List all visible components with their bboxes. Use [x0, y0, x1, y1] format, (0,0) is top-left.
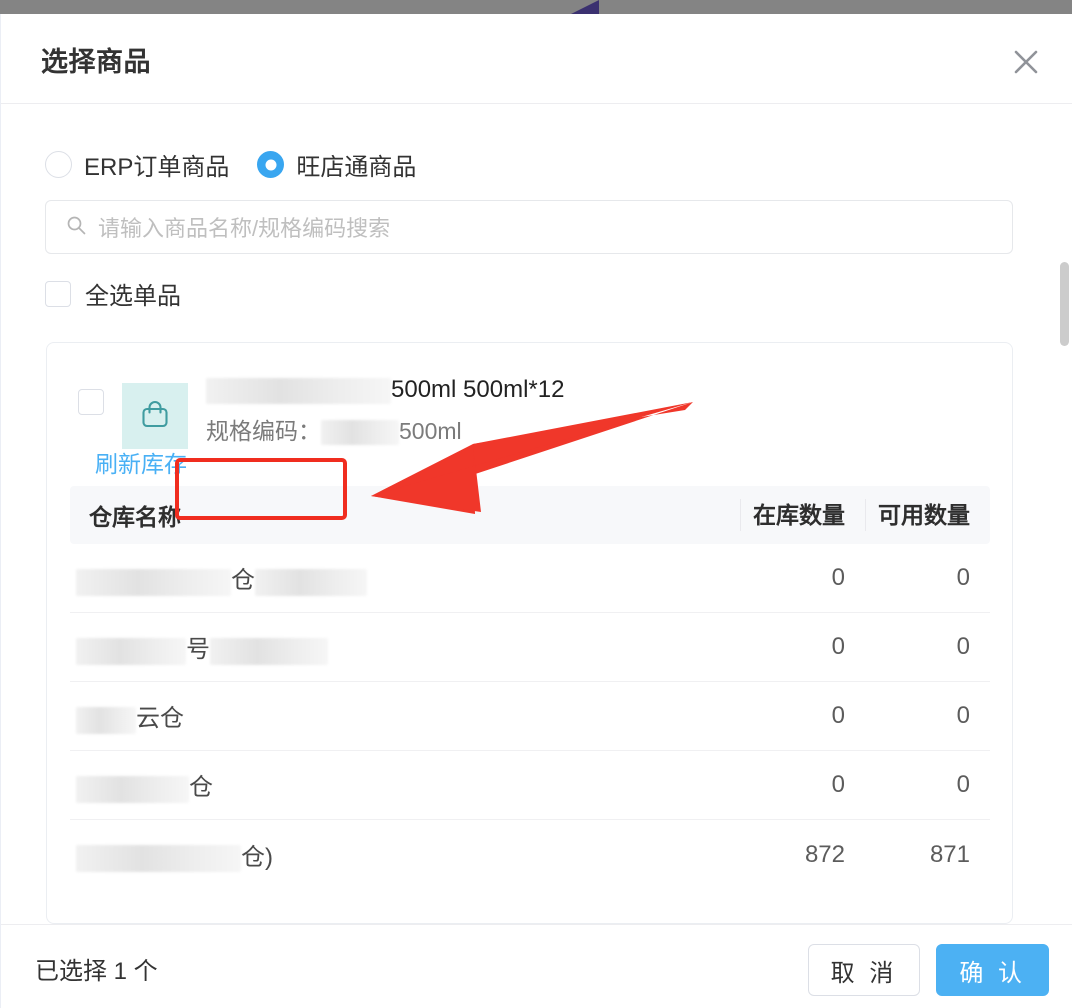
- cell-available: 871: [929, 840, 970, 868]
- redacted-warehouse-name: [76, 706, 136, 734]
- page-title: 选择商品: [41, 47, 151, 77]
- spec-code-suffix: 500ml: [399, 418, 462, 444]
- redacted-product-name-part: [206, 377, 391, 404]
- cell-available: 0: [956, 633, 970, 660]
- warehouse-name-fragment: 号: [186, 636, 210, 664]
- table-row[interactable]: 云仓 0 0: [70, 682, 990, 751]
- select-all-label: 全选单品: [85, 283, 181, 310]
- warehouse-name-fragment: 仓): [241, 843, 273, 871]
- confirm-button[interactable]: 确 认: [936, 944, 1049, 996]
- select-product-dialog: 选择商品 ERP订单商品 旺店通商品 请输入商品名称/规格编码搜索 全选单品 5…: [0, 14, 1072, 1008]
- cell-in-stock: 0: [831, 633, 845, 660]
- dialog-body: ERP订单商品 旺店通商品 请输入商品名称/规格编码搜索 全选单品 500ml …: [1, 104, 1072, 924]
- product-spec-code: 规格编码： 500ml: [206, 414, 806, 448]
- cell-warehouse-name: 云仓: [70, 698, 740, 734]
- product-text-block: 500ml 500ml*12 规格编码： 500ml: [206, 373, 806, 448]
- dialog-scrollbar-thumb[interactable]: [1060, 262, 1069, 346]
- close-icon[interactable]: [1004, 40, 1048, 84]
- redacted-warehouse-name: [76, 568, 231, 596]
- redacted-warehouse-name-tail: [210, 637, 328, 665]
- warehouse-table-header: 仓库名称 在库数量 可用数量: [70, 486, 990, 544]
- cell-warehouse-name: 号: [70, 629, 740, 665]
- radio-erp-order-product[interactable]: ERP订单商品: [45, 147, 229, 182]
- product-name-suffix: 500ml 500ml*12: [391, 376, 565, 403]
- cell-available: 0: [956, 702, 970, 729]
- cell-in-stock: 0: [831, 771, 845, 798]
- refresh-inventory-link[interactable]: 刷新库存: [95, 445, 187, 479]
- redacted-warehouse-name: [76, 845, 241, 873]
- spec-code-label: 规格编码：: [206, 418, 321, 444]
- cell-in-stock: 0: [831, 702, 845, 729]
- dialog-header: 选择商品: [1, 14, 1072, 104]
- top-strip-accent-shape: [571, 0, 599, 14]
- cell-in-stock: 872: [804, 840, 845, 868]
- product-header: 500ml 500ml*12 规格编码： 500ml 刷新库存: [47, 343, 1012, 483]
- table-row[interactable]: 仓) 872 871: [70, 820, 990, 889]
- cell-available: 0: [956, 564, 970, 591]
- shopping-bag-icon: [138, 397, 172, 436]
- table-row[interactable]: 仓 0 0: [70, 544, 990, 613]
- dialog-footer: 已选择 1 个 取 消 确 认: [1, 924, 1072, 1008]
- cell-warehouse-name: 仓: [70, 560, 740, 596]
- footer-button-group: 取 消 确 认: [807, 944, 1049, 996]
- cell-warehouse-name: 仓: [70, 767, 740, 803]
- product-card: 500ml 500ml*12 规格编码： 500ml 刷新库存 仓库名称 在库数量…: [46, 342, 1013, 924]
- radio-label-wdt: 旺店通商品: [296, 154, 417, 181]
- checkbox-box-icon: [45, 280, 71, 307]
- redacted-spec-code-part: [321, 420, 399, 446]
- search-icon: [66, 215, 86, 240]
- radio-label-erp: ERP订单商品: [84, 154, 230, 181]
- warehouse-name-fragment: 仓: [231, 567, 255, 595]
- cell-warehouse-name: 仓): [70, 837, 740, 873]
- radio-wangdiantong-product[interactable]: 旺店通商品: [257, 147, 416, 182]
- warehouse-name-fragment: 云仓: [136, 705, 184, 733]
- redacted-warehouse-name: [76, 637, 186, 665]
- radio-circle-selected-icon: [257, 151, 285, 178]
- dialog-scrollbar-track[interactable]: [1060, 126, 1069, 938]
- product-source-radio-group: ERP订单商品 旺店通商品: [45, 147, 416, 182]
- window-top-strip: [0, 0, 1072, 14]
- search-placeholder-text: 请输入商品名称/规格编码搜索: [98, 216, 391, 241]
- column-header-available: 可用数量: [865, 499, 990, 531]
- cell-in-stock: 0: [831, 564, 845, 591]
- warehouse-table: 仓库名称 在库数量 可用数量 仓 0 0 号 0 0 云仓 0 0 仓 0 0 …: [70, 486, 990, 889]
- column-header-in-stock: 在库数量: [740, 499, 865, 531]
- column-header-warehouse-name: 仓库名称: [89, 504, 181, 530]
- redacted-warehouse-name-tail: [255, 568, 367, 596]
- product-name: 500ml 500ml*12: [206, 373, 806, 407]
- select-all-checkbox[interactable]: 全选单品: [45, 276, 181, 311]
- selected-count-label: 已选择 1 个: [35, 958, 158, 985]
- warehouse-name-fragment: 仓: [189, 774, 213, 802]
- table-row[interactable]: 仓 0 0: [70, 751, 990, 820]
- radio-circle-icon: [45, 151, 72, 178]
- cancel-button[interactable]: 取 消: [807, 944, 921, 996]
- cell-available: 0: [956, 771, 970, 798]
- product-select-checkbox[interactable]: [78, 389, 104, 415]
- search-input[interactable]: 请输入商品名称/规格编码搜索: [45, 200, 1013, 254]
- product-thumbnail: [122, 383, 188, 449]
- table-row[interactable]: 号 0 0: [70, 613, 990, 682]
- redacted-warehouse-name: [76, 775, 189, 803]
